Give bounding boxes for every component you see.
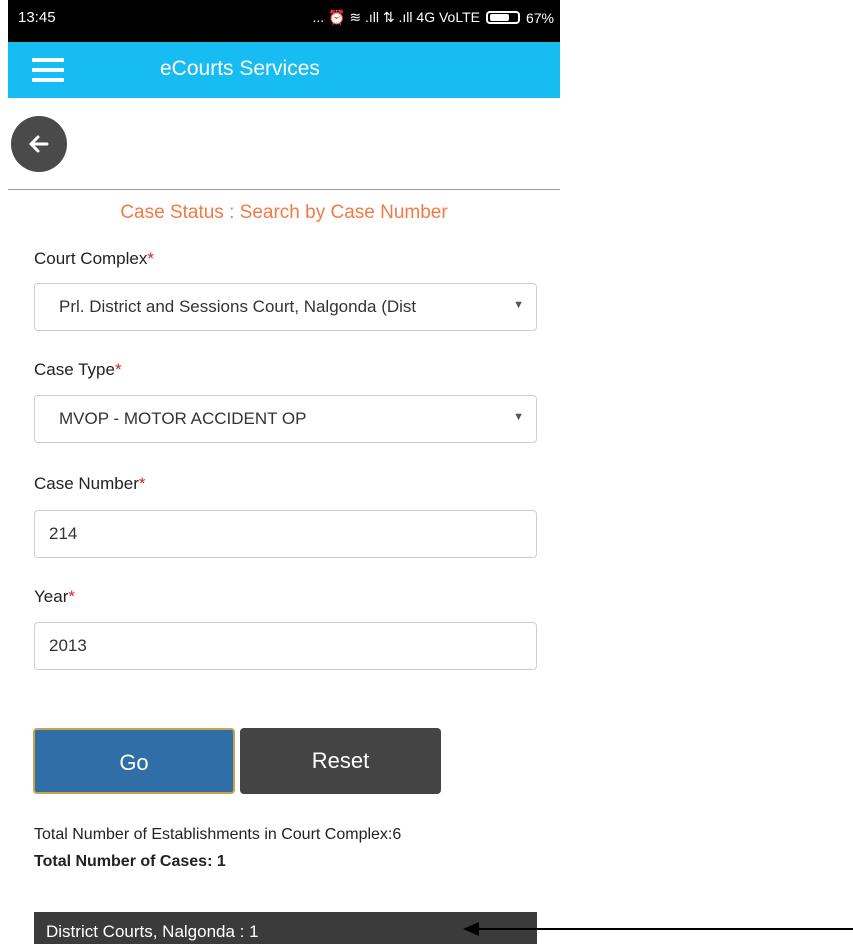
year-label: Year* — [34, 587, 75, 606]
cases-count: Total Number of Cases: 1 — [34, 853, 226, 870]
arrow-left-icon — [29, 135, 49, 153]
status-signal-icons: ... ⏰ ≋ .ıll ⇅ .ıll 4G VoLTE — [312, 9, 480, 25]
court-complex-select[interactable]: Prl. District and Sessions Court, Nalgon… — [34, 283, 537, 331]
year-input[interactable]: 2013 — [34, 622, 537, 670]
case-type-label: Case Type* — [34, 360, 122, 379]
court-result-item[interactable]: District Courts, Nalgonda : 1 — [34, 912, 537, 944]
required-mark: * — [114, 360, 122, 379]
establishments-count: Total Number of Establishments in Court … — [34, 826, 402, 843]
battery-percent: 67% — [525, 9, 554, 26]
year-value: 2013 — [49, 636, 87, 655]
required-mark: * — [138, 474, 146, 493]
app-title: eCourts Services — [160, 57, 320, 80]
status-icons: ... ⏰ ≋ .ıll ⇅ .ıll 4G VoLTE 67% — [313, 9, 554, 26]
phone-screen: 13:45 ... ⏰ ≋ .ıll ⇅ .ıll 4G VoLTE 67% e… — [8, 0, 560, 944]
case-number-input[interactable]: 214 — [34, 510, 537, 558]
court-complex-value: Prl. District and Sessions Court, Nalgon… — [59, 297, 417, 316]
case-type-select[interactable]: MVOP - MOTOR ACCIDENT OP ▼ — [34, 395, 537, 443]
court-complex-label: Court Complex* — [34, 249, 154, 268]
case-type-value: MVOP - MOTOR ACCIDENT OP — [59, 409, 307, 428]
status-bar: 13:45 ... ⏰ ≋ .ıll ⇅ .ıll 4G VoLTE 67% — [8, 0, 560, 42]
divider — [8, 189, 560, 190]
chevron-down-icon: ▼ — [513, 299, 524, 311]
battery-icon — [485, 11, 520, 24]
chevron-down-icon: ▼ — [513, 411, 524, 423]
required-mark: * — [68, 587, 75, 606]
hamburger-icon[interactable] — [32, 58, 64, 82]
arrow-left-icon — [463, 922, 853, 936]
app-bar: eCourts Services — [8, 42, 560, 98]
back-button[interactable] — [11, 116, 67, 172]
reset-button[interactable]: Reset — [240, 728, 441, 794]
go-button[interactable]: Go — [33, 728, 235, 794]
page-title: Case Status : Search by Case Number — [120, 202, 448, 223]
case-number-label: Case Number* — [34, 474, 146, 493]
status-time: 13:45 — [18, 9, 56, 26]
required-mark: * — [147, 249, 154, 268]
case-number-value: 214 — [49, 524, 78, 543]
